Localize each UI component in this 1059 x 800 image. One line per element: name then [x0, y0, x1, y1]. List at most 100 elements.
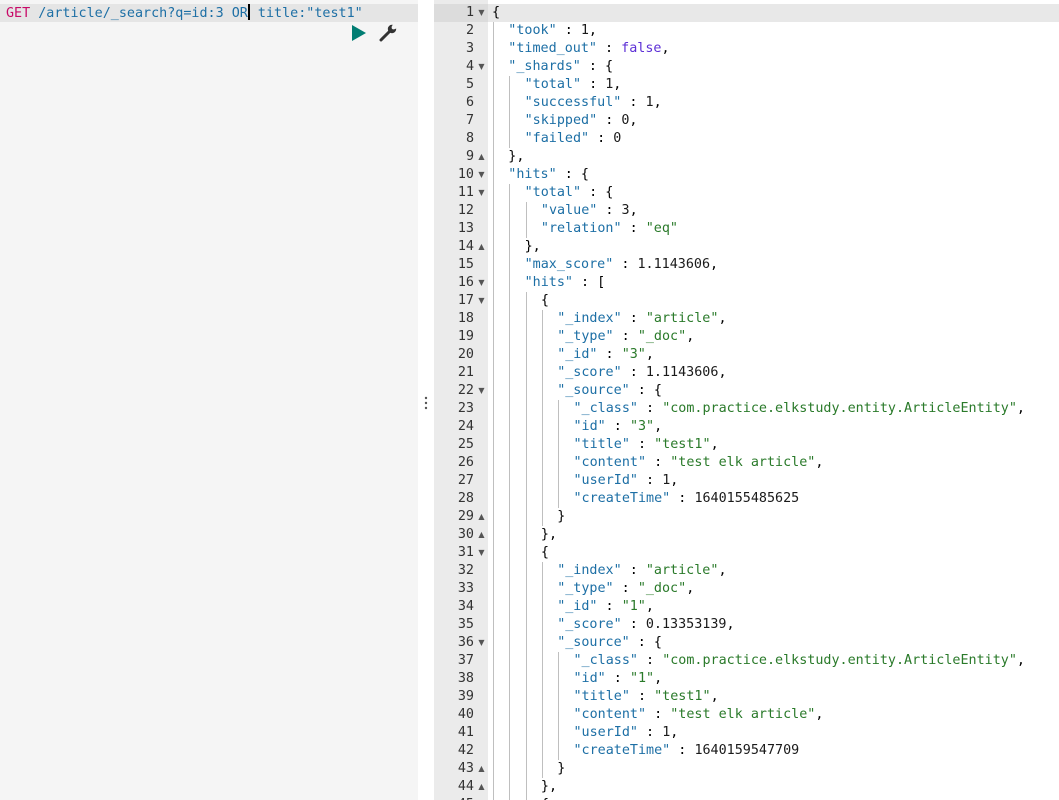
- request-line[interactable]: GET /article/_search?q=id:3 OR title:"te…: [6, 4, 363, 23]
- code-token: "com.practice.elkstudy.entity.ArticleEnt…: [662, 653, 1017, 668]
- line-number: 13: [457, 221, 474, 236]
- line-number: 16: [457, 275, 474, 290]
- indent-guide: [525, 292, 527, 800]
- code-token: :: [597, 203, 622, 218]
- line-number: 41: [457, 725, 474, 740]
- code-line: "hits" : [: [525, 274, 606, 292]
- code-line: "userId" : 1,: [574, 724, 679, 742]
- request-editor[interactable]: GET /article/_search?q=id:3 OR title:"te…: [0, 0, 418, 800]
- fold-expand-icon[interactable]: ▲: [477, 778, 486, 796]
- line-number: 31: [457, 545, 474, 560]
- code-token: "_score": [557, 365, 622, 380]
- code-line: "skipped" : 0,: [525, 112, 638, 130]
- code-token: ,: [670, 725, 679, 740]
- fold-expand-icon[interactable]: ▲: [477, 238, 486, 256]
- code-token: :: [638, 653, 663, 668]
- line-number: 45: [434, 796, 474, 800]
- code-line: "_id" : "3",: [557, 346, 654, 364]
- code-token: "_score": [557, 617, 622, 632]
- code-token: "_type": [557, 329, 614, 344]
- code-token: "userId": [573, 725, 639, 740]
- code-token: "id": [573, 671, 606, 686]
- code-token: ,: [654, 419, 663, 434]
- fold-collapse-icon[interactable]: ▼: [477, 274, 486, 292]
- code-line: "total" : 1,: [525, 76, 622, 94]
- line-number: 25: [457, 437, 474, 452]
- code-token: },: [524, 239, 541, 254]
- line-number: 33: [457, 581, 474, 596]
- code-line: {: [541, 544, 549, 562]
- code-line: "_source" : {: [557, 634, 662, 652]
- code-line: }: [557, 760, 565, 778]
- code-line: "createTime" : 1640159547709: [574, 742, 800, 760]
- fold-expand-icon[interactable]: ▲: [477, 526, 486, 544]
- fold-expand-icon[interactable]: ▲: [477, 508, 486, 526]
- fold-collapse-icon[interactable]: ▼: [477, 184, 486, 202]
- code-line: },: [525, 238, 541, 256]
- fold-collapse-icon[interactable]: ▼: [477, 544, 486, 562]
- code-token: 1640155485625: [694, 491, 800, 506]
- fold-collapse-icon[interactable]: ▼: [477, 634, 486, 652]
- fold-collapse-icon[interactable]: ▼: [477, 58, 486, 76]
- code-token: "3": [621, 347, 646, 362]
- code-token: ,: [710, 437, 719, 452]
- indent-guide: [525, 202, 527, 238]
- code-token: ,: [718, 563, 727, 578]
- indent-guide: [509, 184, 511, 800]
- code-token: "_doc": [637, 581, 687, 596]
- fold-collapse-icon[interactable]: ▼: [477, 382, 486, 400]
- fold-collapse-icon[interactable]: ▼: [477, 4, 486, 22]
- code-token: :: [621, 311, 646, 326]
- code-line: "title" : "test1",: [574, 436, 719, 454]
- code-line: "_class" : "com.practice.elkstudy.entity…: [574, 652, 1025, 670]
- code-token: :: [556, 23, 581, 38]
- code-token: 0.13353139: [645, 617, 727, 632]
- fold-expand-icon[interactable]: ▲: [477, 148, 486, 166]
- code-token: {: [492, 5, 501, 20]
- code-token: :: [638, 401, 663, 416]
- code-token: 1.1143606: [645, 365, 719, 380]
- code-token: "userId": [573, 473, 639, 488]
- code-token: ,: [645, 599, 654, 614]
- code-token: ,: [718, 365, 727, 380]
- code-line: "timed_out" : false,: [508, 40, 669, 58]
- line-number: 11: [457, 185, 474, 200]
- code-token: "1": [629, 671, 655, 686]
- fold-expand-icon[interactable]: ▲: [477, 760, 486, 778]
- fold-collapse-icon[interactable]: ▼: [477, 166, 486, 184]
- code-token: :: [629, 437, 655, 452]
- code-line: "value" : 3,: [541, 202, 638, 220]
- code-token: :: [605, 671, 630, 686]
- code-line: "relation" : "eq": [541, 220, 678, 238]
- code-line: "_class" : "com.practice.elkstudy.entity…: [574, 400, 1025, 418]
- code-token: "eq": [645, 221, 678, 236]
- code-token: 1640159547709: [694, 743, 800, 758]
- code-line: "max_score" : 1.1143606,: [525, 256, 719, 274]
- line-number: 10: [457, 167, 474, 182]
- play-icon: [352, 25, 366, 41]
- line-number: 40: [457, 707, 474, 722]
- code-token: :: [605, 419, 630, 434]
- code-token: "_class": [573, 401, 639, 416]
- line-number: 32: [457, 563, 474, 578]
- code-token: "_type": [557, 581, 614, 596]
- code-token: "hits": [524, 275, 573, 290]
- indent-guide: [509, 76, 511, 148]
- code-token: :: [589, 131, 614, 146]
- code-token: "1": [621, 599, 646, 614]
- response-viewer[interactable]: 1 ▼{2 "took" : 1, 3 "timed_out" : false, 4 ▼ "_…: [434, 0, 1059, 800]
- code-token: : {: [581, 185, 614, 200]
- run-request-button[interactable]: [350, 24, 368, 42]
- line-number: 7: [465, 113, 474, 128]
- code-line: {: [541, 796, 549, 800]
- code-line: "total" : {: [525, 184, 614, 202]
- indent-guide: [493, 22, 494, 800]
- code-token: ,: [686, 581, 695, 596]
- line-number: 39: [457, 689, 474, 704]
- code-token: "test elk article": [670, 455, 816, 470]
- code-token: : {: [629, 635, 662, 650]
- pane-resize-handle[interactable]: [419, 393, 433, 413]
- request-settings-button[interactable]: [378, 22, 399, 43]
- code-token: :: [670, 491, 695, 506]
- fold-collapse-icon[interactable]: ▼: [477, 292, 486, 310]
